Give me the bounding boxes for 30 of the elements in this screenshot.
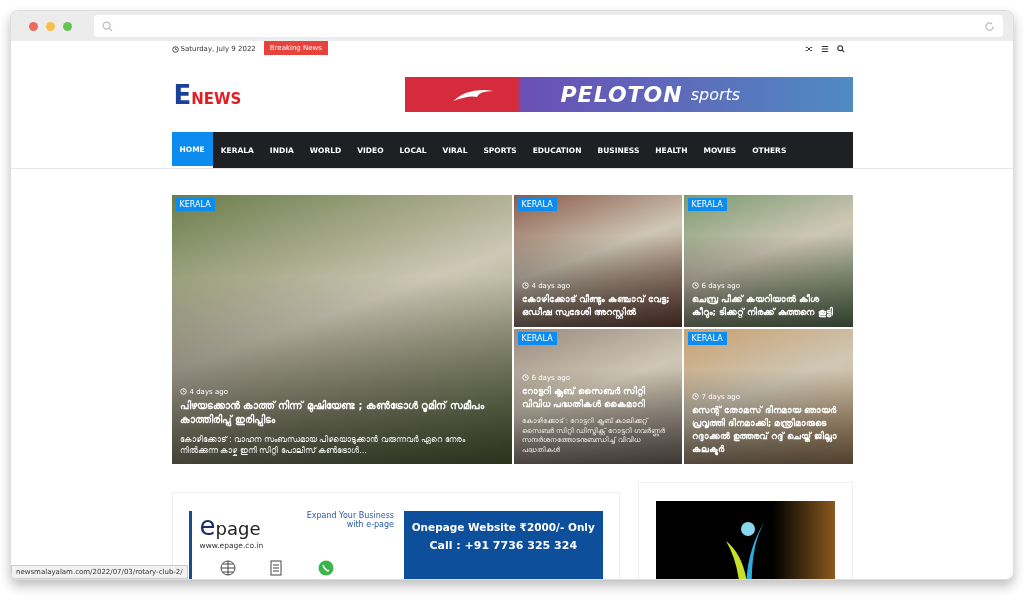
site-logo[interactable]: ENEWS	[171, 75, 244, 114]
ad-banner[interactable]: PELOTON sports	[404, 77, 853, 112]
article-title[interactable]: സെന്റ് തോമസ് ദിനമായ ഞായർ പ്രവൃത്തി ദിനമാക്കി; മന്ത്രിമാരുടെ റദ്ദാക്കൽ ഉത്തരവ് റദ്ദ് ചെയ്ത് ജില്ലാ കലക്ടർ	[691, 403, 845, 456]
whatsapp-icon	[317, 559, 334, 576]
globe-icon	[219, 559, 236, 576]
clock-icon	[521, 282, 529, 290]
clock-icon	[171, 45, 179, 53]
phone-text: Call : +91 7736 325 324	[429, 539, 578, 552]
menu-icon[interactable]	[820, 45, 829, 53]
clock-icon	[691, 393, 699, 401]
clock-icon	[691, 282, 699, 290]
document-icon	[269, 559, 284, 576]
address-field[interactable]	[94, 15, 1003, 37]
clock-icon	[521, 374, 529, 382]
article-excerpt: കോഴിക്കോട് : വാഹന സംബന്ധമായ പിഴയൊടുക്കാൻ വരുന്നവർ ഏറെ നേരം നിൽക്കുന്ന കാഴ്ച ഇനി സിറ്റി പോലീസ് കൺട്രോൾ...	[179, 433, 467, 456]
article-card[interactable]	[171, 195, 512, 464]
clock-icon	[179, 388, 187, 396]
ad-logo: epage	[199, 511, 262, 541]
article-title[interactable]: പിഴയടക്കാൻ കാത്ത് നിന്ന് മുഷിയേണ്ട ; കൺട്രോൾ റൂമിന് സമീപം കാത്തിരിപ്പ് ഇരിപ്പിടം	[179, 398, 504, 428]
maximize-dot-icon[interactable]	[63, 21, 72, 31]
close-dot-icon[interactable]	[29, 21, 38, 31]
article-title[interactable]: കോഴിക്കോട് വീണ്ടും കഞ്ചാവ് വേട്ട; ഒഡീഷ സ്വദേശി അറസ്റ്റിൽ	[521, 292, 674, 319]
ad-tagline: Expand Your Business with e-page	[305, 511, 394, 531]
search-icon	[102, 20, 113, 32]
article-title[interactable]: ചെമ്പ്ര പീക്ക് കയറിയാൽ കീശ കീറും; ടിക്കറ്റ് നിരക്ക് കുത്തനെ കൂട്ടി	[691, 292, 845, 319]
offer-text: Onepage Website ₹2000/- Only	[411, 521, 595, 533]
search-icon[interactable]	[836, 45, 845, 53]
shuffle-icon[interactable]	[804, 45, 813, 53]
minimize-dot-icon[interactable]	[46, 21, 55, 31]
side-ad[interactable]	[637, 482, 853, 579]
